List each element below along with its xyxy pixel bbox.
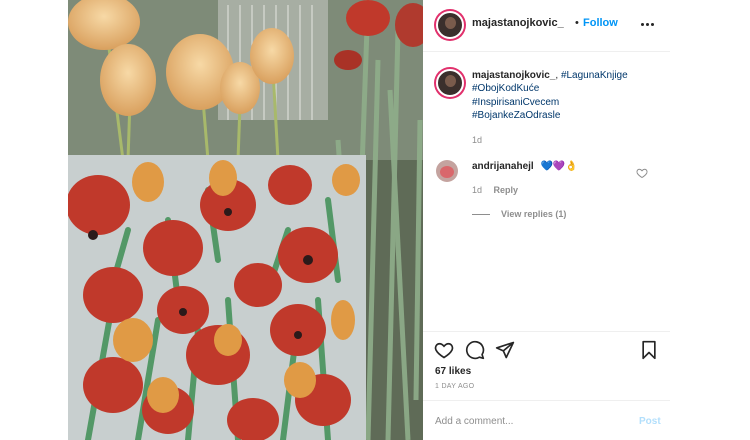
post-actions: 67 likes 1 DAY AGO (423, 331, 670, 399)
follow-button[interactable]: Follow (583, 17, 618, 29)
share-icon[interactable] (495, 340, 515, 360)
view-replies-label: View replies (1) (501, 209, 567, 219)
commenter-username[interactable]: andrijanahejl (472, 161, 534, 172)
hashtag[interactable]: #BojankeZaOdrasle (472, 109, 662, 122)
comment-icon[interactable] (465, 340, 485, 360)
bookmark-icon[interactable] (639, 340, 659, 360)
more-options-icon[interactable] (641, 18, 655, 30)
instagram-post: majastanojkovic_ • Follow majastanojkovi… (68, 0, 670, 440)
commenter-avatar[interactable] (436, 160, 458, 182)
post-caption: majastanojkovic_, #LagunaKnjige #ObojKod… (423, 52, 670, 152)
caption-text: majastanojkovic_, #LagunaKnjige #ObojKod… (472, 69, 662, 122)
header-separator: • (575, 17, 579, 29)
comment-meta: 1d Reply (472, 185, 518, 195)
comment-item: andrijanahejl 💙💜👌 1d Reply View replies … (423, 155, 670, 230)
post-photo[interactable] (68, 0, 423, 440)
post-timestamp[interactable]: 1 DAY AGO (435, 383, 474, 390)
comment-timestamp[interactable]: 1d (472, 185, 482, 195)
post-comment-button[interactable]: Post (639, 416, 661, 427)
hashtag[interactable]: #ObojKodKuće (472, 82, 662, 95)
caption-author-avatar[interactable] (436, 69, 464, 97)
author-username[interactable]: majastanojkovic_ (472, 17, 564, 29)
likes-count[interactable]: 67 likes (435, 366, 471, 377)
post-header: majastanojkovic_ • Follow (423, 0, 670, 52)
add-comment-bar: Post (423, 400, 670, 440)
post-photo-illustration (68, 0, 423, 440)
heart-icon[interactable] (434, 340, 454, 360)
caption-username[interactable]: majastanojkovic_ (472, 70, 555, 81)
reply-button[interactable]: Reply (494, 185, 519, 195)
hashtag[interactable]: #InspirisaniCvecem (472, 96, 662, 109)
hashtag[interactable]: #LagunaKnjige (561, 70, 628, 81)
caption-timestamp[interactable]: 1d (472, 135, 482, 145)
post-side-panel: majastanojkovic_ • Follow majastanojkovi… (423, 0, 670, 440)
view-replies-line (472, 214, 490, 216)
author-avatar[interactable] (436, 11, 464, 39)
add-comment-input[interactable] (435, 412, 615, 430)
comment-text: andrijanahejl 💙💜👌 (472, 161, 578, 172)
view-replies-button[interactable]: View replies (1) (472, 209, 566, 219)
comment-body: 💙💜👌 (540, 161, 578, 172)
comment-like-heart-icon[interactable] (636, 167, 648, 179)
